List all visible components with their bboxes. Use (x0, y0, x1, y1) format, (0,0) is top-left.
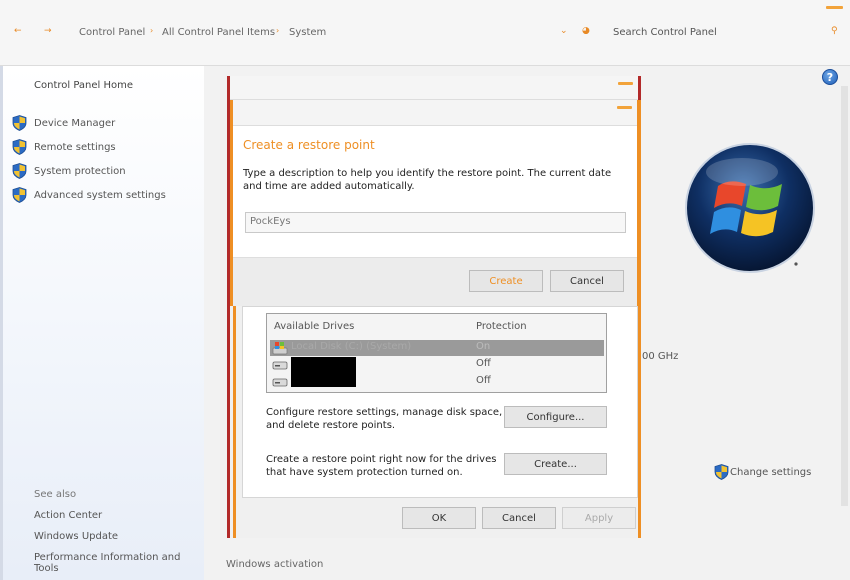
search-input[interactable]: Search Control Panel (613, 27, 717, 38)
hard-drive-icon (272, 361, 288, 370)
uac-shield-icon (714, 464, 729, 480)
task-label: Remote settings (34, 141, 116, 153)
drive-row[interactable]: Off (270, 357, 604, 387)
breadcrumb-separator-icon: › (150, 26, 154, 35)
restore-dialog-heading: Create a restore point (243, 138, 375, 152)
uac-shield-icon (12, 115, 27, 131)
see-also-action-center[interactable]: Action Center (34, 510, 102, 521)
windows-activation-heading: Windows activation (226, 559, 324, 570)
task-label: Advanced system settings (34, 189, 166, 201)
drives-column-header[interactable]: Available Drives (274, 321, 354, 332)
task-remote-settings[interactable]: Remote settings (12, 139, 116, 155)
task-advanced-system-settings[interactable]: Advanced system settings (12, 187, 166, 203)
refresh-icon[interactable]: ◕ (582, 26, 590, 36)
processor-speed-text: 00 GHz (642, 351, 679, 362)
see-also-windows-update[interactable]: Windows Update (34, 531, 118, 542)
protection-column-header[interactable]: Protection (476, 321, 527, 332)
drive-row[interactable]: Local Disk (C:) (System) On (270, 340, 604, 356)
system-drive-icon (272, 342, 288, 355)
configure-description: Configure restore settings, manage disk … (266, 407, 503, 431)
available-drives-list[interactable]: Available Drives Protection Local Disk (… (266, 313, 607, 393)
breadcrumb-control-panel[interactable]: Control Panel (79, 27, 145, 38)
main-scrollbar[interactable] (841, 86, 848, 506)
change-settings-label: Change settings (730, 466, 812, 478)
back-arrow-icon[interactable]: ← (14, 26, 22, 36)
restore-dialog-description: Type a description to help you identify … (243, 168, 612, 192)
configure-button[interactable]: Configure... (504, 406, 607, 428)
dropdown-chevron-icon[interactable]: ⌄ (560, 26, 568, 36)
restore-point-description-input[interactable]: PockEys (245, 212, 626, 233)
forward-arrow-icon[interactable]: → (44, 26, 52, 36)
drive-name: Local Disk (C:) (System) (291, 341, 412, 352)
restore-dialog-titlebar[interactable] (233, 100, 637, 126)
create-restore-point-button[interactable]: Create... (504, 453, 607, 475)
address-bar: ← → Control Panel › All Control Panel It… (0, 0, 850, 66)
task-device-manager[interactable]: Device Manager (12, 115, 115, 131)
ok-button[interactable]: OK (402, 507, 476, 529)
dialog-minimize-button[interactable] (618, 82, 633, 85)
dialog-minimize-button[interactable] (617, 106, 632, 109)
see-also-performance-info[interactable]: Performance Information and Tools (34, 552, 204, 574)
drive-protection-status: Off (476, 375, 491, 386)
control-panel-home-link[interactable]: Control Panel Home (34, 80, 133, 91)
breadcrumb-system[interactable]: System (289, 27, 326, 38)
task-system-protection[interactable]: System protection (12, 163, 126, 179)
create-button[interactable]: Create (469, 270, 543, 292)
cancel-button[interactable]: Cancel (550, 270, 624, 292)
windows-logo-icon (685, 143, 815, 273)
help-icon[interactable]: ? (822, 69, 838, 85)
uac-shield-icon (12, 163, 27, 179)
drive-row[interactable]: Off (270, 374, 604, 390)
task-label: Device Manager (34, 117, 116, 129)
cancel-button[interactable]: Cancel (482, 507, 556, 529)
restore-dialog-footer: Create Cancel (233, 257, 637, 306)
left-task-pane: Control Panel Home Device Manager Remote… (0, 66, 204, 580)
create-restore-point-dialog: Create a restore point Type a descriptio… (230, 100, 640, 306)
uac-shield-icon (12, 187, 27, 203)
drive-protection-status: On (476, 341, 491, 352)
uac-shield-icon (12, 139, 27, 155)
breadcrumb-all-items[interactable]: All Control Panel Items (162, 27, 275, 38)
apply-button[interactable]: Apply (562, 507, 636, 529)
see-also-heading: See also (34, 489, 77, 500)
search-icon[interactable]: ⚲ (831, 26, 838, 36)
create-description: Create a restore point right now for the… (266, 454, 497, 478)
drive-protection-status: Off (476, 358, 491, 369)
breadcrumb-separator-icon: › (276, 26, 280, 35)
hard-drive-icon (272, 378, 288, 387)
change-settings-link[interactable]: Change settings (714, 464, 811, 480)
window-minimize-button[interactable] (826, 6, 843, 9)
restore-dialog-body: Create a restore point Type a descriptio… (233, 126, 637, 257)
task-label: System protection (34, 165, 126, 177)
system-properties-titlebar[interactable] (230, 76, 638, 100)
system-protection-panel: Available Drives Protection Local Disk (… (242, 306, 638, 498)
